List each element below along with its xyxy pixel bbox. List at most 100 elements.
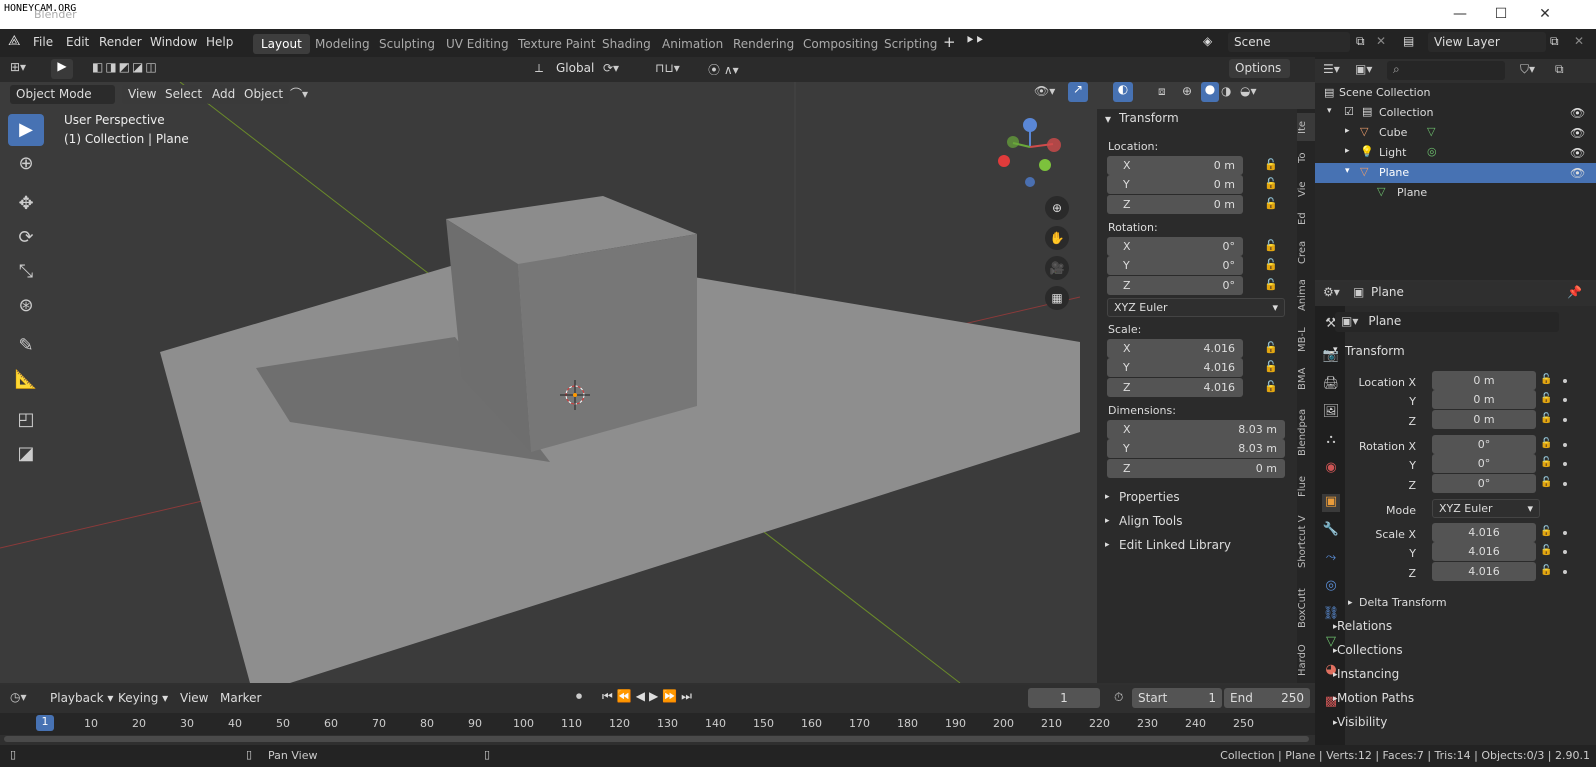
align-tools-section[interactable]: Align Tools: [1119, 514, 1182, 528]
expand-icon[interactable]: ▾: [1327, 106, 1332, 116]
tab-hardops[interactable]: HardO: [1297, 641, 1315, 679]
new-scene-icon[interactable]: ⧉: [1356, 34, 1365, 49]
prop-scale-y[interactable]: 4.016: [1432, 542, 1536, 561]
object-name-field[interactable]: ▣▾ Plane: [1335, 312, 1559, 332]
tab-uv-editing[interactable]: UV Editing: [438, 34, 517, 54]
tree-item-scene-collection[interactable]: ▤ Scene Collection: [1315, 83, 1596, 103]
lock-icon[interactable]: 🔓: [1264, 360, 1278, 373]
tree-item-plane[interactable]: ▾ ▽ Plane 👁: [1315, 163, 1596, 183]
options-dropdown[interactable]: Options: [1229, 59, 1290, 78]
tab-compositing[interactable]: Compositing: [795, 34, 886, 54]
tab-animation[interactable]: Anima: [1297, 275, 1315, 315]
lock-icon[interactable]: 🔓: [1540, 374, 1552, 385]
dimension-z-field[interactable]: Z 0 m: [1107, 459, 1285, 478]
tab-bma[interactable]: BMA: [1297, 365, 1315, 393]
scene-field[interactable]: Scene: [1228, 32, 1350, 52]
dimension-x-field[interactable]: X 8.03 m: [1107, 420, 1285, 439]
rotation-z-field[interactable]: Z 0°: [1107, 276, 1243, 295]
location-y-field[interactable]: Y 0 m: [1107, 175, 1243, 194]
tab-view[interactable]: Vie: [1297, 177, 1315, 201]
lock-icon[interactable]: 🔓: [1540, 413, 1552, 424]
extra-tabs-icon[interactable]: ⯈⯈: [965, 33, 984, 48]
menu-keying[interactable]: Keying ▾: [118, 691, 168, 705]
cut-tool-icon[interactable]: ◪: [8, 438, 44, 470]
prop-location-y[interactable]: 0 m: [1432, 390, 1536, 409]
selection-mode-icons[interactable]: ◧◨◩◪◫: [92, 60, 159, 74]
rotation-x-field[interactable]: X 0°: [1107, 237, 1243, 256]
menu-render[interactable]: Render: [99, 35, 142, 49]
material-shading-icon[interactable]: ◑: [1221, 84, 1231, 98]
tab-texture-paint[interactable]: Texture Paint: [510, 34, 603, 54]
tab-boxcutter[interactable]: BoxCutt: [1297, 583, 1315, 633]
tree-item-cube[interactable]: ▸ ▽ Cube ▽ 👁: [1315, 123, 1596, 143]
collections-section[interactable]: Collections: [1337, 643, 1403, 657]
prop-location-x[interactable]: 0 m: [1432, 371, 1536, 390]
prop-scale-z[interactable]: 4.016: [1432, 562, 1536, 581]
playhead[interactable]: 1: [36, 715, 54, 731]
lock-icon[interactable]: 🔓: [1540, 526, 1552, 537]
edit-linked-library-section[interactable]: Edit Linked Library: [1119, 538, 1231, 552]
close-icon[interactable]: ✕: [1533, 3, 1557, 25]
eye-icon[interactable]: 👁: [1570, 166, 1585, 180]
prop-rotation-x[interactable]: 0°: [1432, 435, 1536, 454]
keyframe-dot-icon[interactable]: [1563, 550, 1567, 554]
keyframe-dot-icon[interactable]: [1563, 531, 1567, 535]
delete-scene-icon[interactable]: ✕: [1376, 34, 1386, 48]
ortho-grid-icon[interactable]: ▦: [1045, 286, 1069, 310]
tab-modeling[interactable]: Modeling: [307, 34, 378, 54]
3d-viewport[interactable]: User Perspective (1) Collection | Plane …: [0, 82, 1315, 683]
mode-dropdown[interactable]: Object Mode: [10, 85, 115, 104]
snap-icon[interactable]: ⊓⊔▾: [655, 61, 680, 75]
end-frame-field[interactable]: End 250: [1224, 688, 1310, 708]
playback-controls-icon[interactable]: ⏮⏪◀▶⏩⏭: [602, 689, 696, 704]
collapse-icon[interactable]: ▾: [1333, 345, 1338, 355]
tab-mb-lab[interactable]: MB-L: [1297, 323, 1315, 357]
eye-icon[interactable]: 👁: [1570, 126, 1585, 140]
tab-tool[interactable]: To: [1297, 147, 1315, 169]
dimension-y-field[interactable]: Y 8.03 m: [1107, 439, 1285, 458]
menu-add[interactable]: Add: [206, 85, 242, 104]
maximize-icon[interactable]: ☐: [1489, 3, 1513, 25]
tab-scripting[interactable]: Scripting: [876, 34, 945, 54]
add-workspace-icon[interactable]: +: [943, 33, 956, 51]
wireframe-shading-icon[interactable]: ⊕: [1182, 84, 1192, 98]
transform-tool-icon[interactable]: ⊛: [8, 290, 44, 322]
annotate-tool-icon[interactable]: ✎: [8, 330, 44, 362]
checkbox-icon[interactable]: ☑: [1344, 105, 1354, 118]
tab-sculpting[interactable]: Sculpting: [371, 34, 443, 54]
lock-icon[interactable]: 🔓: [1264, 197, 1278, 210]
prop-rotation-y[interactable]: 0°: [1432, 454, 1536, 473]
camera-view-icon[interactable]: 🎥: [1045, 256, 1069, 280]
outliner-type-icon[interactable]: ☰▾: [1323, 62, 1340, 76]
expand-icon[interactable]: ▸: [1348, 598, 1353, 608]
menu-file[interactable]: File: [33, 35, 53, 49]
display-mode-icon[interactable]: ▣▾: [1355, 62, 1372, 76]
new-collection-icon[interactable]: ⧉: [1555, 62, 1564, 77]
timeline-editor-icon[interactable]: ◷▾: [10, 690, 27, 704]
lock-icon[interactable]: 🔓: [1264, 258, 1278, 271]
lock-icon[interactable]: 🔓: [1264, 380, 1278, 393]
start-frame-field[interactable]: Start 1: [1132, 688, 1222, 708]
tree-item-collection[interactable]: ▾ ☑ ▤ Collection 👁: [1315, 103, 1596, 123]
keyframe-dot-icon[interactable]: [1563, 570, 1567, 574]
view-layer-icon[interactable]: ▤: [1403, 34, 1414, 48]
lock-icon[interactable]: 🔓: [1264, 177, 1278, 190]
tab-item[interactable]: Ite: [1297, 113, 1315, 141]
proportional-icon[interactable]: ⦿ ∧▾: [708, 61, 739, 78]
lock-icon[interactable]: 🔓: [1540, 477, 1552, 488]
lock-icon[interactable]: 🔓: [1264, 278, 1278, 291]
outliner-search-input[interactable]: ⌕: [1387, 61, 1505, 80]
frame-ruler[interactable]: 1 10 20 30 40 50 60 70 80 90 100 110 120…: [0, 713, 1315, 735]
menu-playback[interactable]: Playback ▾: [50, 691, 113, 705]
pan-hand-icon[interactable]: ✋: [1045, 226, 1069, 250]
view-layer-field[interactable]: View Layer: [1428, 32, 1546, 52]
motion-paths-section[interactable]: Motion Paths: [1337, 691, 1414, 705]
editor-type-icon[interactable]: ⊞▾: [10, 60, 26, 74]
relations-section[interactable]: Relations: [1337, 619, 1392, 633]
prop-location-z[interactable]: 0 m: [1432, 410, 1536, 429]
rendered-shading-icon[interactable]: ◒▾: [1240, 84, 1257, 98]
measure-tool-icon[interactable]: 📐: [8, 364, 44, 396]
tree-item-light[interactable]: ▸ 💡 Light ◎ 👁: [1315, 143, 1596, 163]
menu-help[interactable]: Help: [206, 35, 233, 49]
record-icon[interactable]: ⏺: [576, 689, 582, 704]
